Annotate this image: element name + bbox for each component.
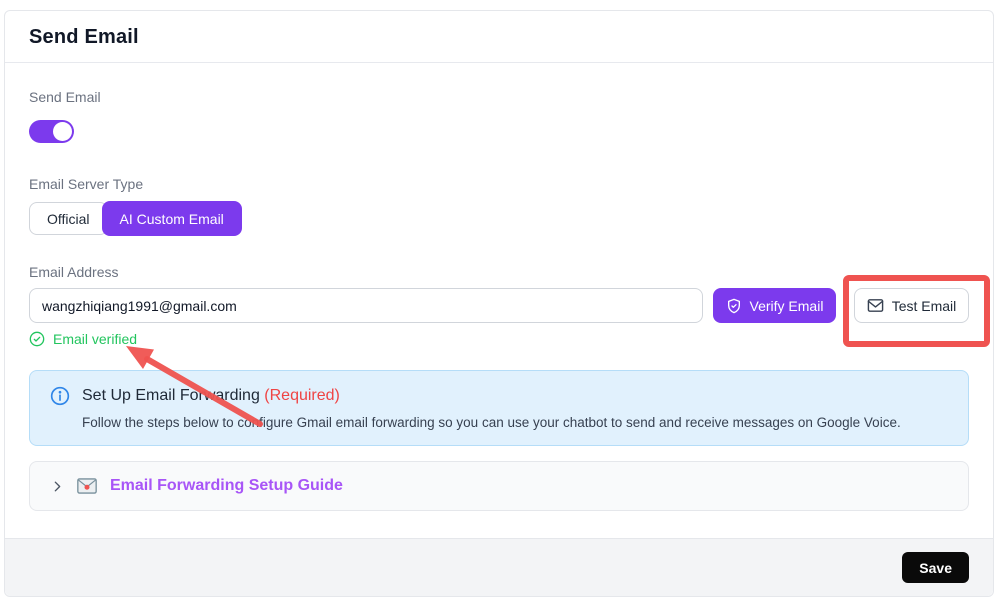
- chevron-right-icon: [51, 480, 64, 493]
- info-circle-icon: [50, 386, 70, 406]
- email-verified-text: Email verified: [53, 331, 137, 347]
- send-email-panel: Send Email Send Email Email Server Type …: [4, 10, 994, 597]
- send-email-toggle-label: Send Email: [29, 89, 969, 105]
- panel-footer: Save: [5, 538, 993, 596]
- email-address-input[interactable]: [29, 288, 703, 323]
- test-email-label: Test Email: [892, 298, 957, 314]
- shield-check-icon: [726, 298, 742, 314]
- server-type-label: Email Server Type: [29, 176, 969, 192]
- setup-guide-title: Email Forwarding Setup Guide: [110, 477, 343, 495]
- save-button[interactable]: Save: [902, 552, 969, 583]
- required-tag: (Required): [264, 387, 340, 404]
- check-circle-icon: [29, 331, 45, 347]
- email-forwarding-info-banner: Set Up Email Forwarding (Required) Follo…: [29, 370, 969, 446]
- envelope-icon: [867, 298, 884, 313]
- panel-body: Send Email Email Server Type Official AI…: [5, 63, 993, 538]
- verify-email-button[interactable]: Verify Email: [713, 288, 836, 323]
- email-emoji-icon: [77, 478, 97, 494]
- server-type-option-official[interactable]: Official: [29, 202, 108, 235]
- email-row: Verify Email Test Email: [29, 288, 969, 323]
- panel-header: Send Email: [5, 11, 993, 63]
- server-type-option-ai-custom-email[interactable]: AI Custom Email: [102, 201, 242, 236]
- test-email-button[interactable]: Test Email: [854, 288, 969, 323]
- email-verified-status: Email verified: [29, 331, 969, 347]
- send-email-toggle[interactable]: [29, 120, 74, 143]
- info-banner-description: Follow the steps below to configure Gmai…: [82, 415, 948, 430]
- email-forwarding-setup-guide-toggle[interactable]: Email Forwarding Setup Guide: [29, 461, 969, 511]
- page-title: Send Email: [29, 26, 969, 49]
- verify-email-label: Verify Email: [750, 298, 824, 314]
- server-type-segmented-control: Official AI Custom Email: [29, 201, 242, 236]
- info-banner-title: Set Up Email Forwarding (Required): [82, 387, 340, 405]
- email-address-label: Email Address: [29, 264, 969, 280]
- toggle-knob: [53, 122, 72, 141]
